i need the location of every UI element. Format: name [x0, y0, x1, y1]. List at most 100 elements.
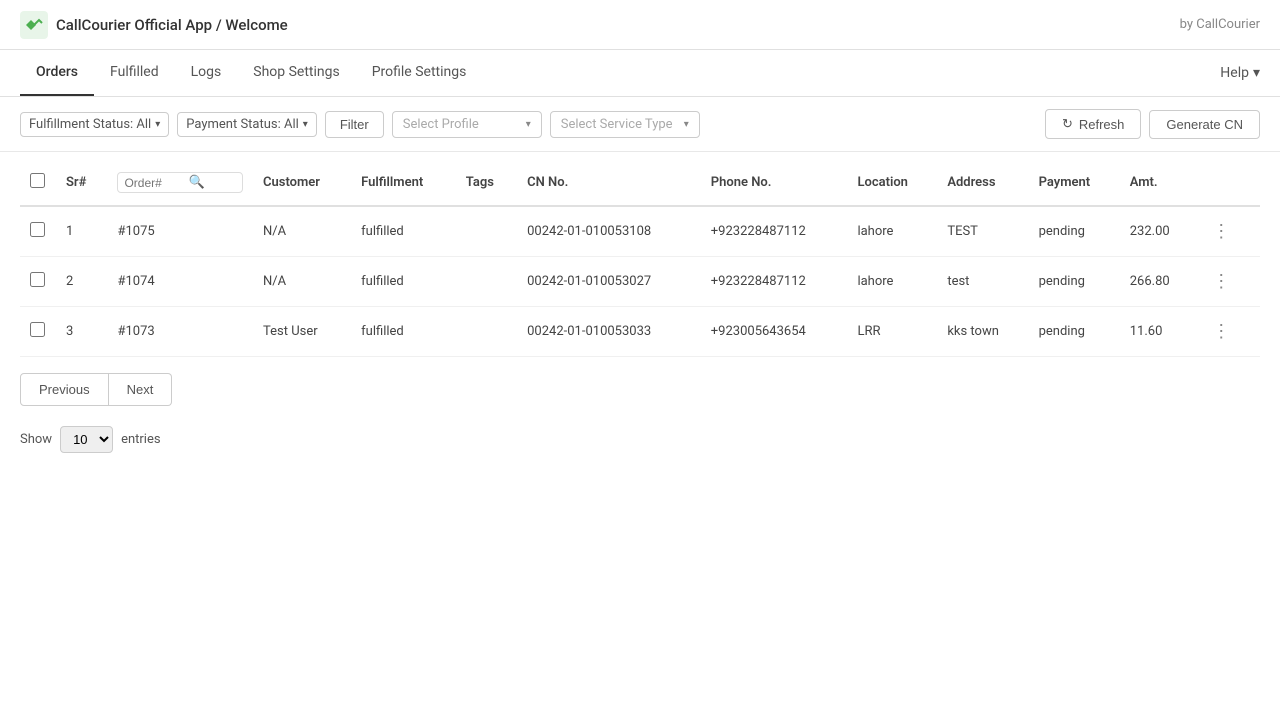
refresh-button[interactable]: ↻ Refresh: [1045, 109, 1141, 139]
row-payment: pending: [1029, 307, 1120, 357]
help-menu[interactable]: Help ▾: [1220, 51, 1260, 95]
search-icon: 🔍: [188, 175, 204, 190]
toolbar: Fulfillment Status: All ▾ Payment Status…: [0, 97, 1280, 152]
row-tags: [456, 206, 517, 257]
select-service-placeholder: Select Service Type: [561, 117, 673, 132]
chevron-down-icon: ▾: [526, 119, 531, 130]
col-fulfillment: Fulfillment: [351, 160, 456, 206]
row-actions-cell: ⋮: [1196, 206, 1260, 257]
select-profile-placeholder: Select Profile: [403, 117, 479, 132]
col-amount: Amt.: [1120, 160, 1196, 206]
row-amount: 11.60: [1120, 307, 1196, 357]
refresh-label: Refresh: [1079, 117, 1125, 132]
row-fulfillment: fulfilled: [351, 307, 456, 357]
entries-label: entries: [121, 432, 161, 447]
nav: Orders Fulfilled Logs Shop Settings Prof…: [0, 50, 1280, 97]
col-address: Address: [937, 160, 1028, 206]
help-label: Help: [1220, 65, 1249, 81]
row-customer: N/A: [253, 206, 351, 257]
select-all-header: [20, 160, 56, 206]
row-actions-button[interactable]: ⋮: [1206, 319, 1236, 344]
filter-button[interactable]: Filter: [325, 111, 384, 138]
payment-status-label: Payment Status: All: [186, 117, 299, 132]
table-header-row: Sr# 🔍 Customer Fulfillment Tags CN No. P…: [20, 160, 1260, 206]
nav-tabs: Orders Fulfilled Logs Shop Settings Prof…: [20, 50, 482, 96]
orders-table: Sr# 🔍 Customer Fulfillment Tags CN No. P…: [20, 160, 1260, 357]
row-fulfillment: fulfilled: [351, 257, 456, 307]
pagination: Previous Next: [0, 357, 1280, 422]
row-checkbox[interactable]: [30, 322, 45, 337]
col-payment: Payment: [1029, 160, 1120, 206]
chevron-down-icon: ▾: [155, 119, 160, 130]
app-title: CallCourier Official App / Welcome: [56, 16, 288, 34]
col-location: Location: [847, 160, 937, 206]
select-service-dropdown[interactable]: Select Service Type ▾: [550, 111, 700, 138]
generate-cn-button[interactable]: Generate CN: [1149, 110, 1260, 139]
payment-status-filter[interactable]: Payment Status: All ▾: [177, 112, 317, 137]
tab-orders[interactable]: Orders: [20, 50, 94, 96]
row-checkbox[interactable]: [30, 222, 45, 237]
show-label: Show: [20, 432, 52, 447]
show-entries: Show 10 25 50 entries: [0, 422, 1280, 457]
select-all-checkbox[interactable]: [30, 173, 45, 188]
table-row: 1 #1075 N/A fulfilled 00242-01-010053108…: [20, 206, 1260, 257]
row-order: #1074: [107, 257, 253, 307]
row-order: #1075: [107, 206, 253, 257]
row-fulfillment: fulfilled: [351, 206, 456, 257]
row-checkbox-cell: [20, 257, 56, 307]
select-profile-dropdown[interactable]: Select Profile ▾: [392, 111, 542, 138]
refresh-icon: ↻: [1062, 116, 1073, 132]
col-tags: Tags: [456, 160, 517, 206]
tab-profile-settings[interactable]: Profile Settings: [356, 50, 483, 96]
row-phone: +923005643654: [701, 307, 848, 357]
fulfillment-status-filter[interactable]: Fulfillment Status: All ▾: [20, 112, 169, 137]
row-actions-button[interactable]: ⋮: [1206, 269, 1236, 294]
entries-select[interactable]: 10 25 50: [60, 426, 113, 453]
row-amount: 266.80: [1120, 257, 1196, 307]
row-payment: pending: [1029, 257, 1120, 307]
order-search-box[interactable]: 🔍: [117, 172, 243, 193]
previous-button[interactable]: Previous: [20, 373, 109, 406]
header-left: CallCourier Official App / Welcome: [20, 11, 288, 39]
chevron-down-icon: ▾: [1253, 65, 1260, 81]
col-sr: Sr#: [56, 160, 107, 206]
table-row: 2 #1074 N/A fulfilled 00242-01-010053027…: [20, 257, 1260, 307]
order-search-input[interactable]: [124, 176, 184, 190]
row-sr: 2: [56, 257, 107, 307]
row-phone: +923228487112: [701, 257, 848, 307]
row-payment: pending: [1029, 206, 1120, 257]
chevron-down-icon: ▾: [684, 119, 689, 130]
col-order: 🔍: [107, 160, 253, 206]
header-by: by CallCourier: [1180, 17, 1260, 32]
orders-table-container: Sr# 🔍 Customer Fulfillment Tags CN No. P…: [0, 160, 1280, 357]
next-button[interactable]: Next: [109, 373, 173, 406]
col-cn-no: CN No.: [517, 160, 701, 206]
fulfillment-status-label: Fulfillment Status: All: [29, 117, 151, 132]
row-sr: 3: [56, 307, 107, 357]
col-phone: Phone No.: [701, 160, 848, 206]
row-actions-button[interactable]: ⋮: [1206, 219, 1236, 244]
row-customer: Test User: [253, 307, 351, 357]
row-actions-cell: ⋮: [1196, 307, 1260, 357]
row-customer: N/A: [253, 257, 351, 307]
table-row: 3 #1073 Test User fulfilled 00242-01-010…: [20, 307, 1260, 357]
row-tags: [456, 257, 517, 307]
tab-logs[interactable]: Logs: [175, 50, 238, 96]
tab-fulfilled[interactable]: Fulfilled: [94, 50, 175, 96]
row-location: lahore: [847, 257, 937, 307]
row-address: test: [937, 257, 1028, 307]
row-cn-no: 00242-01-010053033: [517, 307, 701, 357]
row-actions-cell: ⋮: [1196, 257, 1260, 307]
logo-icon: [20, 11, 48, 39]
row-cn-no: 00242-01-010053108: [517, 206, 701, 257]
row-checkbox-cell: [20, 206, 56, 257]
row-checkbox[interactable]: [30, 272, 45, 287]
row-address: TEST: [937, 206, 1028, 257]
row-order: #1073: [107, 307, 253, 357]
col-customer: Customer: [253, 160, 351, 206]
row-checkbox-cell: [20, 307, 56, 357]
header: CallCourier Official App / Welcome by Ca…: [0, 0, 1280, 50]
row-sr: 1: [56, 206, 107, 257]
chevron-down-icon: ▾: [303, 119, 308, 130]
tab-shop-settings[interactable]: Shop Settings: [237, 50, 355, 96]
